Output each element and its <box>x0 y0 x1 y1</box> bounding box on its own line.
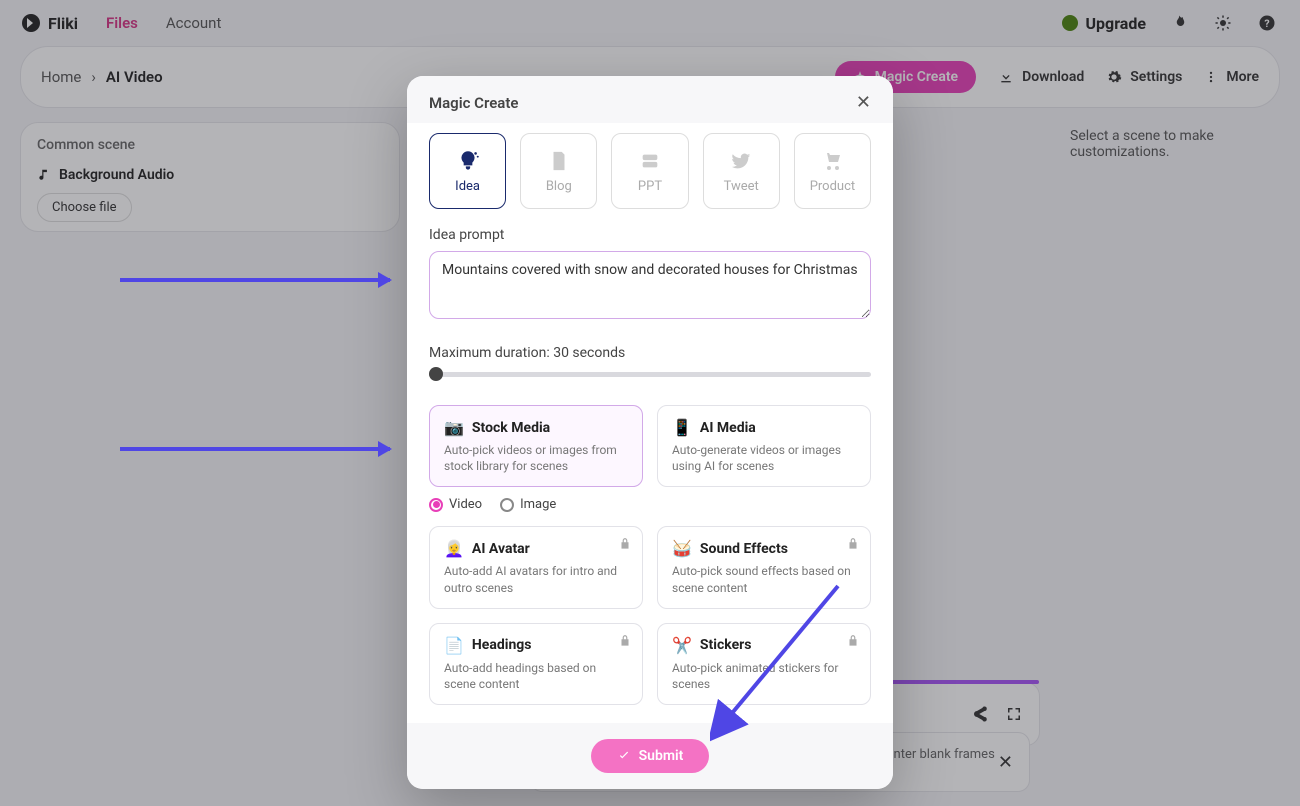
tab-ppt-label: PPT <box>638 179 662 194</box>
tab-tweet-label: Tweet <box>724 179 759 194</box>
check-icon <box>617 749 631 763</box>
drum-icon: 🥁 <box>672 539 692 558</box>
lightbulb-icon <box>454 149 482 173</box>
camera-icon: 📷 <box>444 418 464 437</box>
card-sound-effects[interactable]: 🥁 Sound Effects Auto-pick sound effects b… <box>657 526 871 608</box>
tab-idea[interactable]: Idea <box>429 133 506 209</box>
tab-product-label: Product <box>810 179 855 194</box>
card-ai-avatar[interactable]: 👩‍🦳 AI Avatar Auto-add AI avatars for int… <box>429 526 643 608</box>
slider-thumb[interactable] <box>429 367 443 381</box>
radio-dot-icon <box>429 498 443 512</box>
scissors-icon: ✂️ <box>672 636 692 655</box>
annotation-arrow-2 <box>120 447 390 451</box>
card-title: AI Media <box>700 420 756 436</box>
modal-header: Magic Create ✕ <box>407 76 893 123</box>
twitter-icon <box>727 149 755 173</box>
media-type-radio: Video Image <box>429 497 871 512</box>
duration-label: Maximum duration: 30 seconds <box>429 345 871 361</box>
phone-icon: 📱 <box>672 418 692 437</box>
card-headings[interactable]: 📄 Headings Auto-add headings based on sce… <box>429 623 643 705</box>
card-title: Stock Media <box>472 420 550 436</box>
radio-video[interactable]: Video <box>429 497 482 512</box>
radio-video-label: Video <box>449 497 482 512</box>
lock-icon <box>846 537 860 551</box>
modal-footer: Submit <box>407 723 893 789</box>
annotation-arrow-1 <box>120 278 390 282</box>
slides-icon <box>636 149 664 173</box>
card-title: AI Avatar <box>472 541 530 557</box>
card-desc: Auto-generate videos or images using AI … <box>672 442 856 474</box>
lock-icon <box>846 634 860 648</box>
document-icon <box>545 149 573 173</box>
modal-close-icon[interactable]: ✕ <box>856 92 871 113</box>
radio-image[interactable]: Image <box>500 497 556 512</box>
card-ai-media[interactable]: 📱 AI Media Auto-generate videos or images… <box>657 405 871 487</box>
card-stock-media[interactable]: 📷 Stock Media Auto-pick videos or images … <box>429 405 643 487</box>
page-icon: 📄 <box>444 636 464 655</box>
tab-tweet[interactable]: Tweet <box>703 133 780 209</box>
submit-button[interactable]: Submit <box>591 739 710 773</box>
card-title: Sound Effects <box>700 541 788 557</box>
options-grid: 📷 Stock Media Auto-pick videos or images … <box>429 405 871 487</box>
card-desc: Auto-add headings based on scene content <box>444 660 628 692</box>
submit-label: Submit <box>639 748 684 764</box>
lock-icon <box>618 537 632 551</box>
avatar-icon: 👩‍🦳 <box>444 539 464 558</box>
card-desc: Auto-pick animated stickers for scenes <box>672 660 856 692</box>
card-title: Stickers <box>700 637 752 653</box>
modal-title: Magic Create <box>429 94 518 112</box>
card-title: Headings <box>472 637 532 653</box>
locked-options-grid: 👩‍🦳 AI Avatar Auto-add AI avatars for int… <box>429 526 871 705</box>
lock-icon <box>618 634 632 648</box>
tab-ppt[interactable]: PPT <box>611 133 688 209</box>
magic-create-modal: Magic Create ✕ Idea Blog <box>407 76 893 789</box>
card-stickers[interactable]: ✂️ Stickers Auto-pick animated stickers f… <box>657 623 871 705</box>
card-desc: Auto-pick sound effects based on scene c… <box>672 563 856 595</box>
radio-dot-icon <box>500 498 514 512</box>
card-desc: Auto-add AI avatars for intro and outro … <box>444 563 628 595</box>
cart-icon <box>818 149 846 173</box>
tab-product[interactable]: Product <box>794 133 871 209</box>
tab-idea-label: Idea <box>455 179 480 194</box>
tab-blog[interactable]: Blog <box>520 133 597 209</box>
radio-image-label: Image <box>520 497 556 512</box>
duration-slider[interactable] <box>429 369 871 379</box>
modal-overlay: Magic Create ✕ Idea Blog <box>0 0 1300 806</box>
idea-prompt-input[interactable] <box>429 251 871 319</box>
slider-track <box>429 372 871 377</box>
tab-blog-label: Blog <box>546 179 572 194</box>
prompt-label: Idea prompt <box>429 227 871 243</box>
card-desc: Auto-pick videos or images from stock li… <box>444 442 628 474</box>
source-tabs: Idea Blog PPT <box>429 133 871 209</box>
